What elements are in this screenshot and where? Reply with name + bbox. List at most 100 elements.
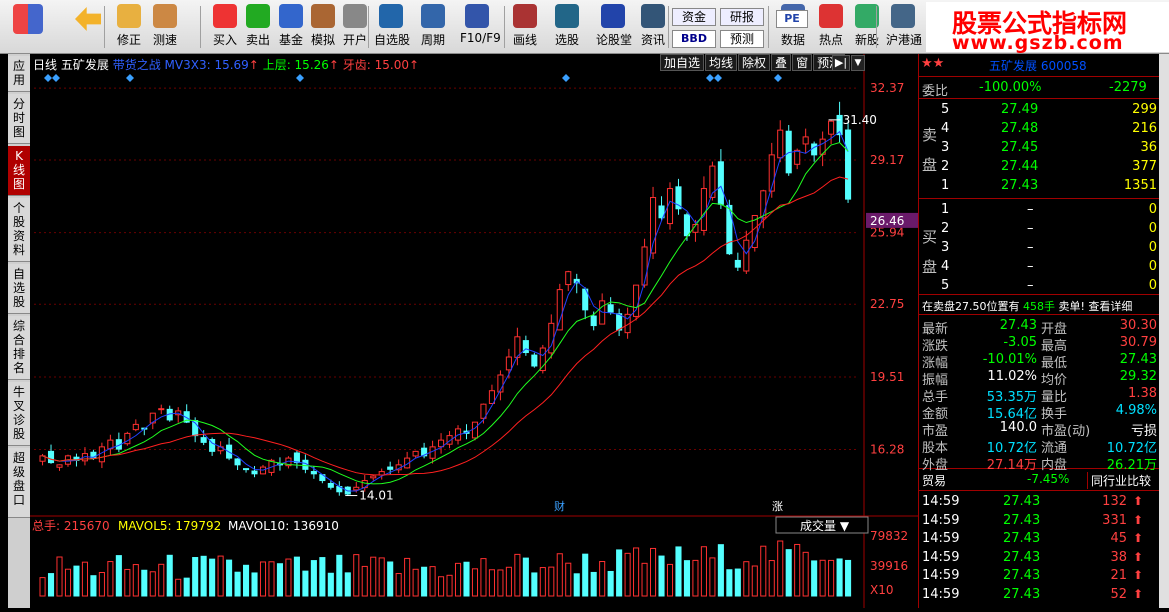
volume-bar xyxy=(700,546,707,597)
volume-total-label: 总手: 215670 xyxy=(32,519,110,533)
left-tab-4[interactable]: 个股资料 xyxy=(8,198,30,262)
zijin-dropdown[interactable]: 资金 xyxy=(672,8,716,26)
left-tab-1[interactable]: 应用 xyxy=(8,56,30,92)
chart-btn-4[interactable]: 叠 xyxy=(771,54,792,71)
weibi-value: -100.00% xyxy=(979,80,1042,95)
industry-name[interactable]: 贸易 xyxy=(922,472,946,489)
left-tab-8[interactable]: 超级盘口 xyxy=(8,448,30,518)
left-tab-7[interactable]: 牛叉诊股 xyxy=(8,382,30,446)
event-diamond-icon xyxy=(706,74,714,82)
price-axis-label: 32.37 xyxy=(870,81,904,95)
volume-bar xyxy=(480,558,487,597)
high-price-label: 31.40 xyxy=(843,113,877,127)
volume-bar xyxy=(607,570,614,597)
pe-dropdown[interactable]: PE xyxy=(776,10,808,28)
stat-value: 11.02% xyxy=(987,369,1037,384)
candle-body xyxy=(828,120,835,135)
ma-line-8 xyxy=(42,141,849,485)
star-button[interactable]: 自选股 xyxy=(374,2,410,52)
select-button[interactable]: 选股 xyxy=(550,2,584,52)
industry-compare-button[interactable]: 同行业比较 xyxy=(1087,472,1151,489)
price-axis-label: 22.75 xyxy=(870,297,904,311)
lock-button[interactable]: 开户 xyxy=(338,2,372,52)
period-button[interactable]: 周期 xyxy=(416,2,450,52)
pin-icon[interactable]: ▶| xyxy=(832,55,850,71)
clock-button[interactable]: 测速 xyxy=(148,2,182,52)
new-stock-button[interactable]: 新股 xyxy=(850,2,884,52)
weicha-value: -2279 xyxy=(1109,80,1147,95)
volume-bar xyxy=(259,561,267,597)
divider xyxy=(919,490,1160,491)
forum-icon xyxy=(601,4,625,28)
volume-bar xyxy=(658,555,665,597)
hk-button[interactable]: 沪港通 xyxy=(886,2,922,52)
event-diamond-icon xyxy=(296,74,304,82)
volume-bar xyxy=(616,549,623,597)
divider xyxy=(919,198,1160,199)
stat-value: -10.01% xyxy=(982,352,1037,367)
left-tab-2[interactable]: 分时图 xyxy=(8,94,30,144)
chart-btn-5[interactable]: 窗 xyxy=(792,54,813,71)
volume-bar xyxy=(56,556,63,597)
price-axis-label: 16.28 xyxy=(870,443,904,457)
volume-bar xyxy=(404,557,411,597)
candle-body xyxy=(726,204,733,255)
f10-label: F10/F9 xyxy=(460,31,501,45)
toolbar-separator xyxy=(504,6,505,48)
left-tab-6[interactable]: 综合排名 xyxy=(8,316,30,380)
ask-level: 3 xyxy=(941,140,950,155)
star-icon[interactable]: ★★ xyxy=(921,56,944,71)
left-tab-bar: 应用分时图K线图个股资料自选股综合排名牛叉诊股超级盘口 xyxy=(8,54,30,608)
candle-body xyxy=(310,471,317,475)
volume-axis-label: 79832 xyxy=(870,529,908,543)
order-notice[interactable]: 在卖盘27.50位置有 458手 卖单! 查看详细 xyxy=(922,298,1132,314)
f10-button[interactable]: F10/F9 xyxy=(460,2,501,52)
volume-bar xyxy=(811,560,818,597)
left-tab-5[interactable]: 自选股 xyxy=(8,264,30,314)
ma-line-3 xyxy=(42,130,849,492)
buy-button[interactable]: 买入 xyxy=(208,2,242,52)
vertical-scrollbar[interactable] xyxy=(1159,54,1169,608)
yanbao-button[interactable]: 研报 xyxy=(720,8,764,26)
hot-button[interactable]: 热点 xyxy=(814,2,848,52)
up-arrow-icon: ⬆ xyxy=(1133,549,1144,564)
pen-button[interactable]: 画线 xyxy=(508,2,542,52)
candle-body xyxy=(56,464,63,468)
back-arrow-button[interactable] xyxy=(68,2,108,52)
candle-body xyxy=(734,259,741,268)
sell-button[interactable]: 卖出 xyxy=(241,2,275,52)
fix-icon xyxy=(117,4,141,28)
quote-panel: ★★ 五矿发展 600058 委比 -100.00% -2279 在卖盘27.5… xyxy=(918,54,1160,608)
volume-bar xyxy=(556,553,563,597)
grid-button[interactable] xyxy=(8,2,48,52)
chart-menu-dropdown-icon[interactable]: ▼ xyxy=(851,55,865,71)
volume-bar xyxy=(217,555,224,597)
chart-btn-2[interactable]: 均线 xyxy=(705,54,738,71)
news-button[interactable]: 资讯 xyxy=(636,2,670,52)
kline-chart[interactable]: 32.37 29.17 25.94 22.75 19.51 16.28 26.46 31.40… xyxy=(30,54,918,608)
chart-btn-1[interactable]: 加自选 xyxy=(660,54,705,71)
volume-bar xyxy=(709,557,716,597)
left-tab-3[interactable]: K线图 xyxy=(8,146,30,196)
volume-bar xyxy=(90,575,97,597)
volume-dropdown-label: 成交量 ▼ xyxy=(800,518,850,533)
yuce-button[interactable]: 预测 xyxy=(720,30,764,48)
forum-button[interactable]: 论股堂 xyxy=(596,2,632,52)
volume-bar xyxy=(310,560,317,597)
bbd-button[interactable]: BBD xyxy=(672,30,716,48)
candle-body xyxy=(539,347,546,372)
candle-body xyxy=(556,289,563,331)
volume-bar xyxy=(353,554,360,597)
price-axis-label: 19.51 xyxy=(870,370,904,384)
candle-body xyxy=(353,486,360,491)
fund-button[interactable]: 基金 xyxy=(274,2,308,52)
bid-level: 2 xyxy=(941,221,950,236)
buy-label-2: 盘 xyxy=(922,258,938,276)
hot-label: 热点 xyxy=(818,33,843,47)
up-arrow-icon: ⬆ xyxy=(1133,568,1144,582)
gavel-button[interactable]: 模拟 xyxy=(306,2,340,52)
chart-btn-3[interactable]: 除权 xyxy=(738,54,771,71)
clock-label: 测速 xyxy=(152,33,177,47)
fix-button[interactable]: 修正 xyxy=(112,2,146,52)
candle-body xyxy=(794,149,801,165)
